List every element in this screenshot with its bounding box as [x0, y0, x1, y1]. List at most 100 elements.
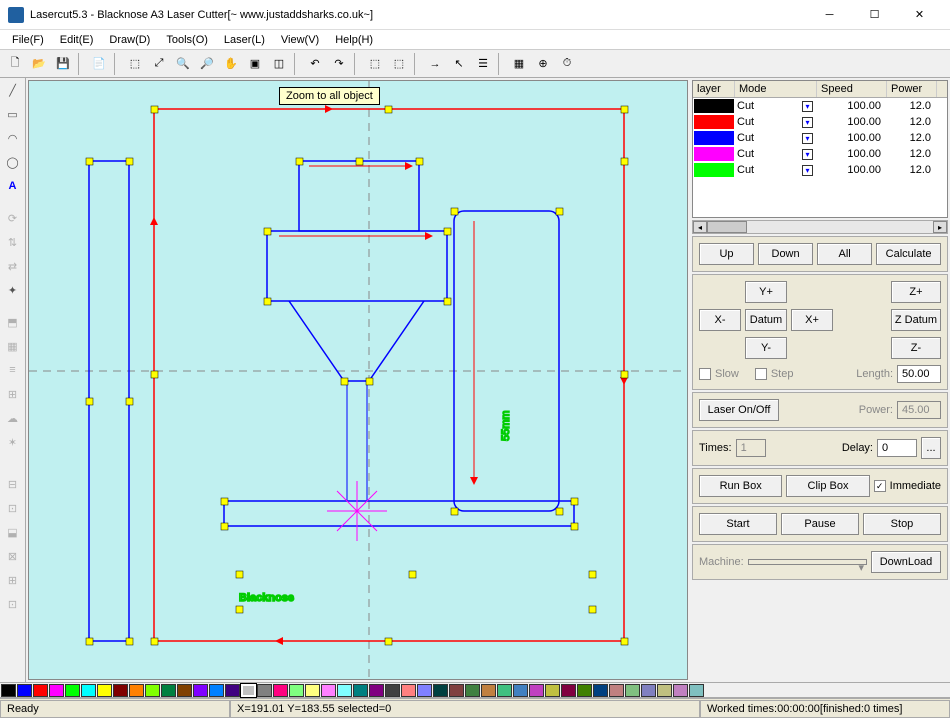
clock-icon[interactable]: ⏱: [556, 53, 578, 75]
align-center-icon[interactable]: ≡: [3, 360, 23, 380]
layer-scroll[interactable]: ◂▸: [692, 220, 948, 234]
immediate-checkbox[interactable]: ✓: [874, 480, 886, 492]
break-icon[interactable]: ⊞: [3, 570, 23, 590]
datum-button[interactable]: Datum: [745, 309, 787, 331]
weld-icon[interactable]: ⬓: [3, 522, 23, 542]
color-swatch[interactable]: [65, 684, 80, 697]
menu-laser[interactable]: Laser(L): [216, 32, 273, 48]
pause-button[interactable]: Pause: [781, 513, 859, 535]
import-icon[interactable]: 📄: [88, 53, 110, 75]
layer-row[interactable]: Cut▾100.0012.0: [693, 130, 947, 146]
color-swatch[interactable]: [561, 684, 576, 697]
color-swatch[interactable]: [305, 684, 320, 697]
open-icon[interactable]: 📂: [28, 53, 50, 75]
all-button[interactable]: All: [817, 243, 872, 265]
color-swatch[interactable]: [401, 684, 416, 697]
edit-node-icon[interactable]: ✦: [3, 280, 23, 300]
canvas[interactable]: Zoom to all object: [28, 80, 688, 680]
runbox-button[interactable]: Run Box: [699, 475, 782, 497]
sim-icon[interactable]: ▦: [508, 53, 530, 75]
pan-icon[interactable]: ✋: [220, 53, 242, 75]
origin-icon[interactable]: ⊕: [532, 53, 554, 75]
color-swatch[interactable]: [257, 684, 272, 697]
color-swatch[interactable]: [641, 684, 656, 697]
cloud-icon[interactable]: ☁: [3, 408, 23, 428]
zplus-button[interactable]: Z+: [891, 281, 941, 303]
layer-table[interactable]: layer Mode Speed Power Cut▾100.0012.0Cut…: [692, 80, 948, 218]
array-icon[interactable]: ⊟: [3, 474, 23, 494]
undo-icon[interactable]: ↶: [304, 53, 326, 75]
rect-tool-icon[interactable]: ▭: [3, 104, 23, 124]
download-button[interactable]: DownLoad: [871, 551, 941, 573]
maximize-button[interactable]: ☐: [852, 0, 897, 30]
slow-checkbox[interactable]: [699, 368, 711, 380]
calculate-button[interactable]: Calculate: [876, 243, 941, 265]
curve-tool-icon[interactable]: ◠: [3, 128, 23, 148]
layer-row[interactable]: Cut▾100.0012.0: [693, 146, 947, 162]
fit-icon[interactable]: ▣: [244, 53, 266, 75]
zoom-all-icon[interactable]: ⤢: [148, 53, 170, 75]
text-tool-icon[interactable]: A: [3, 176, 23, 196]
xminus-button[interactable]: X-: [699, 309, 741, 331]
color-swatch[interactable]: [657, 684, 672, 697]
color-swatch[interactable]: [129, 684, 144, 697]
star-icon[interactable]: ✶: [3, 432, 23, 452]
zminus-button[interactable]: Z-: [891, 337, 941, 359]
color-swatch[interactable]: [81, 684, 96, 697]
rotate-tool-icon[interactable]: ⟳: [3, 208, 23, 228]
color-swatch[interactable]: [193, 684, 208, 697]
color-swatch[interactable]: [241, 684, 256, 697]
ellipse-tool-icon[interactable]: ◯: [3, 152, 23, 172]
mirror-h-icon[interactable]: ⇄: [3, 256, 23, 276]
color-swatch[interactable]: [689, 684, 704, 697]
color-swatch[interactable]: [513, 684, 528, 697]
color-swatch[interactable]: [449, 684, 464, 697]
laser-button[interactable]: Laser On/Off: [699, 399, 779, 421]
color-swatch[interactable]: [497, 684, 512, 697]
extent-icon[interactable]: ◫: [268, 53, 290, 75]
delay-input[interactable]: 0: [877, 439, 917, 457]
menu-edit[interactable]: Edit(E): [52, 32, 102, 48]
more-button[interactable]: ...: [921, 437, 941, 459]
start-button[interactable]: Start: [699, 513, 777, 535]
zoom-out-icon[interactable]: 🔎: [196, 53, 218, 75]
align-top-icon[interactable]: ⬒: [3, 312, 23, 332]
color-swatch[interactable]: [289, 684, 304, 697]
color-swatch[interactable]: [609, 684, 624, 697]
color-swatch[interactable]: [209, 684, 224, 697]
color-swatch[interactable]: [17, 684, 32, 697]
minimize-button[interactable]: ─: [807, 0, 852, 30]
color-swatch[interactable]: [417, 684, 432, 697]
color-swatch[interactable]: [273, 684, 288, 697]
list-icon[interactable]: ☰: [472, 53, 494, 75]
color-swatch[interactable]: [177, 684, 192, 697]
xplus-button[interactable]: X+: [791, 309, 833, 331]
up-button[interactable]: Up: [699, 243, 754, 265]
color-swatch[interactable]: [113, 684, 128, 697]
color-swatch[interactable]: [385, 684, 400, 697]
layout-icon[interactable]: ⊡: [3, 594, 23, 614]
color-swatch[interactable]: [625, 684, 640, 697]
zdatum-button[interactable]: Z Datum: [891, 309, 941, 331]
line-tool-icon[interactable]: ╱: [3, 80, 23, 100]
arrow-icon[interactable]: →: [424, 53, 446, 75]
menu-file[interactable]: File(F): [4, 32, 52, 48]
color-swatch[interactable]: [1, 684, 16, 697]
color-swatch[interactable]: [161, 684, 176, 697]
menu-view[interactable]: View(V): [273, 32, 327, 48]
cursor-icon[interactable]: ↖: [448, 53, 470, 75]
color-swatch[interactable]: [369, 684, 384, 697]
color-swatch[interactable]: [529, 684, 544, 697]
new-icon[interactable]: 🗋: [4, 53, 26, 75]
down-button[interactable]: Down: [758, 243, 813, 265]
menu-tools[interactable]: Tools(O): [158, 32, 216, 48]
close-button[interactable]: ✕: [897, 0, 942, 30]
zoom-in-icon[interactable]: 🔍: [172, 53, 194, 75]
layer-row[interactable]: Cut▾100.0012.0: [693, 162, 947, 178]
grid-icon[interactable]: ⊞: [3, 384, 23, 404]
color-swatch[interactable]: [577, 684, 592, 697]
color-swatch[interactable]: [465, 684, 480, 697]
color-swatch[interactable]: [33, 684, 48, 697]
color-swatch[interactable]: [49, 684, 64, 697]
color-swatch[interactable]: [545, 684, 560, 697]
